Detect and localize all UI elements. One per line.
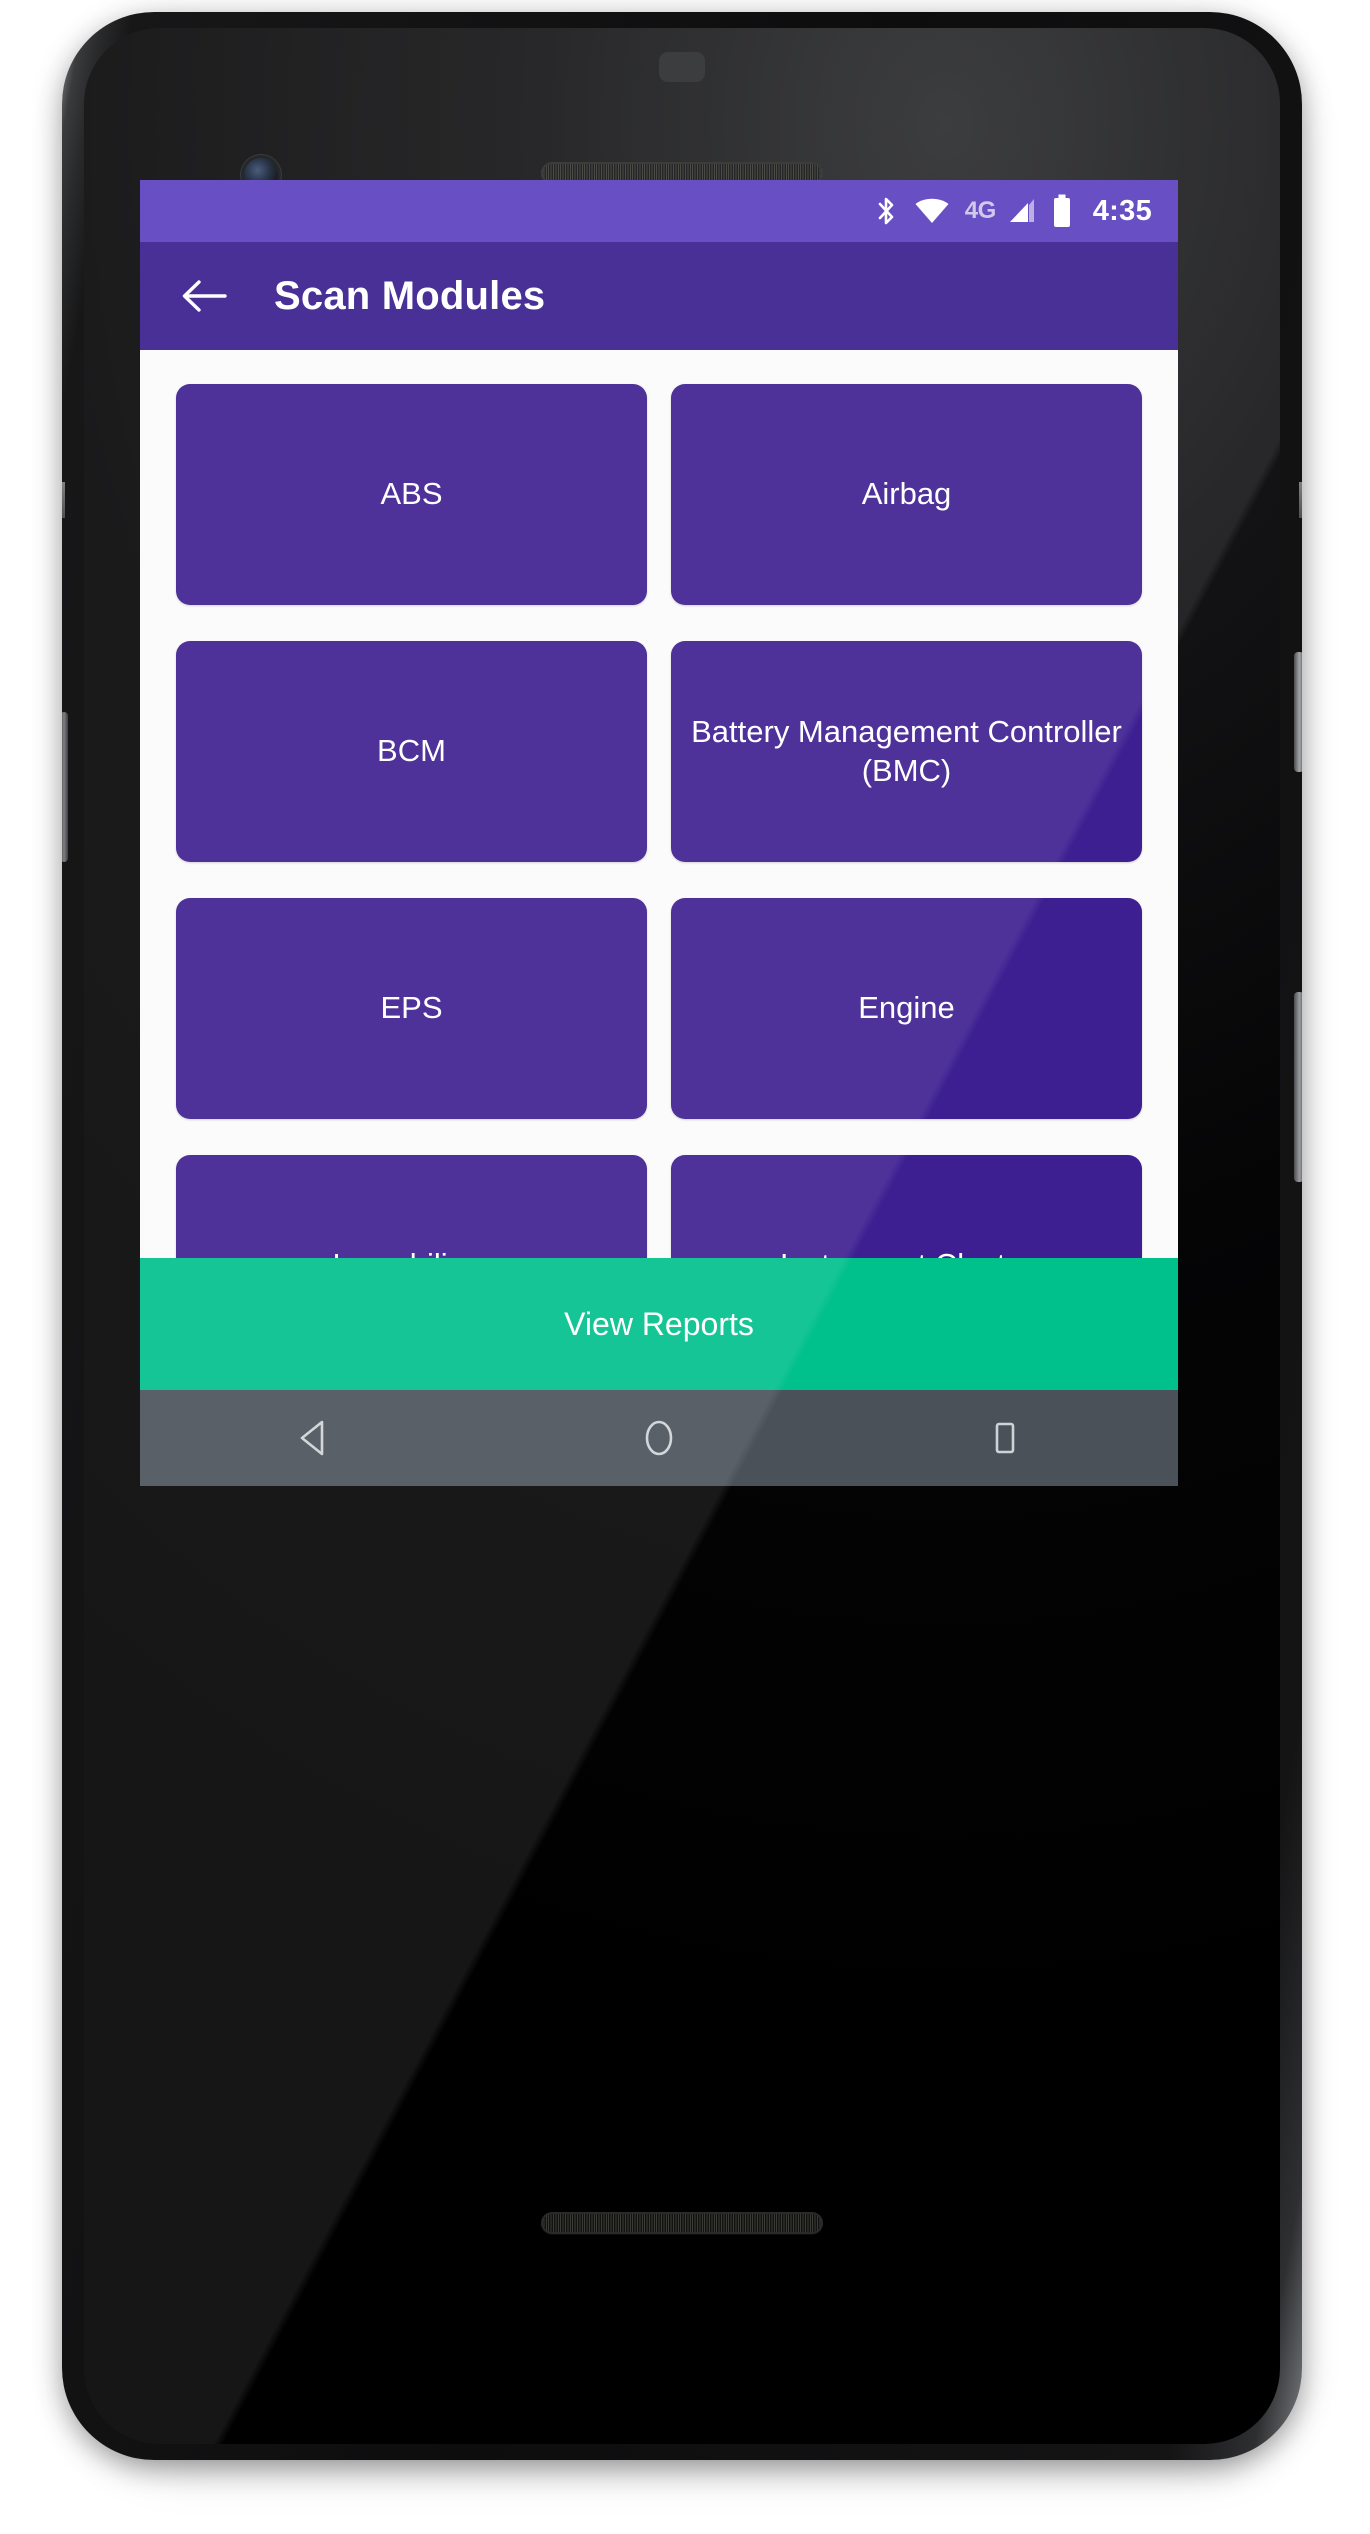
status-bar-clock: 4:35 <box>1092 194 1152 227</box>
module-button-engine[interactable]: Engine <box>671 898 1142 1119</box>
view-reports-button[interactable]: View Reports <box>140 1258 1178 1390</box>
volume-button[interactable] <box>1294 992 1302 1182</box>
left-side-tray[interactable] <box>62 712 68 862</box>
antenna-line-left-top <box>62 482 65 518</box>
back-arrow-icon[interactable] <box>178 270 230 322</box>
nav-home-circle-icon[interactable] <box>599 1390 719 1486</box>
network-type-label: 4G <box>964 197 997 224</box>
phone-screen: 4G 4:35 Scan Modules ABS Airbag BCM Batt… <box>140 180 1178 1390</box>
screenshot-stage: 4G 4:35 Scan Modules ABS Airbag BCM Batt… <box>0 0 1370 2534</box>
wifi-icon <box>914 196 950 226</box>
proximity-sensor-icon <box>659 52 705 82</box>
antenna-line-right-top <box>1299 482 1302 518</box>
bottom-speaker-icon <box>541 2212 823 2234</box>
status-bar: 4G 4:35 <box>140 180 1178 242</box>
power-button[interactable] <box>1294 652 1302 772</box>
android-navigation-bar <box>140 1390 1178 1486</box>
nav-back-triangle-icon[interactable] <box>253 1390 373 1486</box>
module-button-airbag[interactable]: Airbag <box>671 384 1142 605</box>
module-button-eps[interactable]: EPS <box>176 898 647 1119</box>
module-button-abs[interactable]: ABS <box>176 384 647 605</box>
app-bar: Scan Modules <box>140 242 1178 350</box>
battery-full-icon <box>1052 194 1072 228</box>
module-grid: ABS Airbag BCM Battery Management Contro… <box>140 350 1178 1390</box>
module-button-bmc[interactable]: Battery Management Controller (BMC) <box>671 641 1142 862</box>
page-title: Scan Modules <box>274 273 546 318</box>
module-button-bcm[interactable]: BCM <box>176 641 647 862</box>
module-list-scroll-area[interactable]: ABS Airbag BCM Battery Management Contro… <box>140 350 1178 1390</box>
bluetooth-icon <box>875 195 899 227</box>
nav-recents-square-icon[interactable] <box>945 1390 1065 1486</box>
cellular-signal-icon <box>1007 196 1037 226</box>
phone-body: 4G 4:35 Scan Modules ABS Airbag BCM Batt… <box>62 12 1302 2460</box>
